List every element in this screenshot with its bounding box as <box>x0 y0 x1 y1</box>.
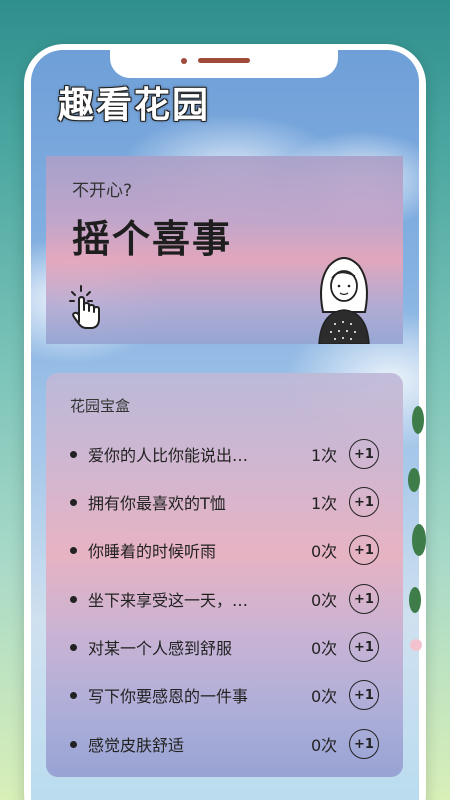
plus-one-button[interactable]: +1 <box>349 680 379 710</box>
list-item[interactable]: 感觉皮肤舒适 0次 +1 <box>46 729 403 759</box>
item-label: 对某一个人感到舒服 <box>88 639 233 658</box>
girl-avatar-icon <box>318 257 370 344</box>
plus-one-button[interactable]: +1 <box>349 439 379 469</box>
plus-one-button[interactable]: +1 <box>349 729 379 759</box>
list-item[interactable]: 你睡着的时候听雨 0次 +1 <box>46 535 403 565</box>
item-label: 拥有你最喜欢的T恤 <box>88 494 226 513</box>
leaves-decoration <box>408 406 426 651</box>
banner-headline: 摇个喜事 <box>72 217 233 261</box>
item-count: 0次 <box>311 639 338 658</box>
camera-dot <box>181 58 187 64</box>
item-count: 0次 <box>311 591 338 610</box>
list-item[interactable]: 写下你要感恩的一件事 0次 +1 <box>46 680 403 710</box>
plus-one-button[interactable]: +1 <box>349 487 379 517</box>
item-count: 0次 <box>311 736 338 755</box>
list-item[interactable]: 对某一个人感到舒服 0次 +1 <box>46 632 403 662</box>
plus-one-button[interactable]: +1 <box>349 535 379 565</box>
item-label: 爱你的人比你能说出… <box>88 446 249 465</box>
bullet <box>70 450 77 458</box>
app-title: 趣看花园 <box>58 85 211 126</box>
phone-notch <box>110 44 338 78</box>
item-label: 写下你要感恩的一件事 <box>88 687 249 706</box>
item-label: 感觉皮肤舒适 <box>88 736 185 755</box>
plus-one-button[interactable]: +1 <box>349 632 379 662</box>
bullet <box>70 691 77 699</box>
hand-tap-icon[interactable] <box>68 284 108 330</box>
plus-one-button[interactable]: +1 <box>349 584 379 614</box>
bullet <box>70 740 77 748</box>
list-item[interactable]: 坐下来享受这一天，… 0次 +1 <box>46 584 403 614</box>
bullet <box>70 643 77 651</box>
item-count: 1次 <box>311 494 338 513</box>
item-count: 0次 <box>311 542 338 561</box>
bullet <box>70 595 77 603</box>
list-item[interactable]: 拥有你最喜欢的T恤 1次 +1 <box>46 487 403 517</box>
bullet <box>70 546 77 554</box>
banner-subtitle: 不开心? <box>72 181 133 201</box>
item-label: 坐下来享受这一天，… <box>88 591 249 610</box>
treasure-box-title: 花园宝盒 <box>70 397 131 415</box>
treasure-box-card: 花园宝盒 爱你的人比你能说出… 1次 +1 拥有你最喜欢的T恤 1次 +1 你睡… <box>46 373 403 777</box>
item-count: 1次 <box>311 446 338 465</box>
item-count: 0次 <box>311 687 338 706</box>
shake-banner[interactable]: 不开心? 摇个喜事 <box>46 156 403 344</box>
list-item[interactable]: 爱你的人比你能说出… 1次 +1 <box>46 439 403 469</box>
speaker-bar <box>198 58 250 63</box>
item-label: 你睡着的时候听雨 <box>88 542 217 561</box>
bullet <box>70 498 77 506</box>
